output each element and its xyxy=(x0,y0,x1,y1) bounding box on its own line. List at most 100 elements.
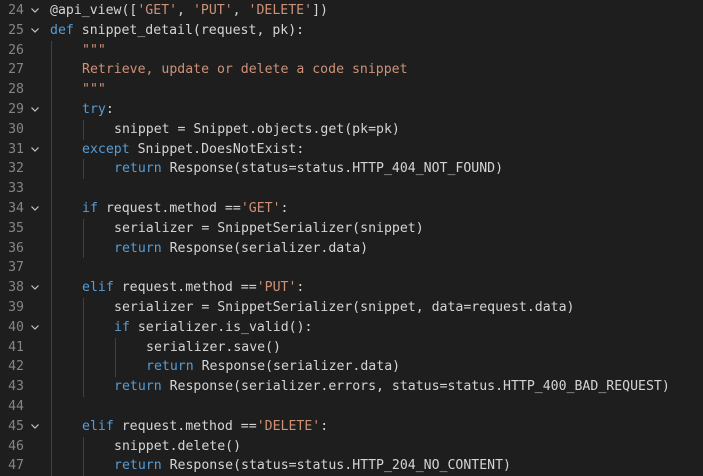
code-line[interactable]: 39 serializer = SnippetSerializer(snippet… xyxy=(0,298,703,318)
line-number: 33 xyxy=(8,181,24,197)
code-token: if xyxy=(114,319,130,335)
code-line[interactable]: 47 return Response(status=status.HTTP_204… xyxy=(0,456,703,476)
line-number: 44 xyxy=(8,399,24,414)
code-text: """ xyxy=(82,80,106,100)
code-token: Response(serializer.data) xyxy=(193,359,401,375)
code-text: if request.method =='GET': xyxy=(82,199,288,219)
chevron-down-icon[interactable] xyxy=(30,21,42,41)
code-text: return Response(status=status.HTTP_404_N… xyxy=(114,159,503,179)
code-text: @api_view(['GET', 'PUT', 'DELETE']) xyxy=(50,1,328,21)
code-token: request.method == xyxy=(113,418,257,434)
code-token: snippet = Snippet.objects.get(pk=pk) xyxy=(114,121,400,137)
code-token: 'PUT' xyxy=(192,3,233,18)
code-token: 'DELETE' xyxy=(248,3,313,18)
code-line[interactable]: 40 if serializer.is_valid(): xyxy=(0,318,703,338)
code-token: snippet_detail(request, pk): xyxy=(73,22,305,38)
code-token: 'GET' xyxy=(137,3,178,18)
code-token: return xyxy=(114,379,162,395)
code-token: snippet.delete() xyxy=(114,438,242,454)
code-line[interactable]: 41 serializer.save() xyxy=(0,338,703,358)
code-text: snippet.delete() xyxy=(114,437,241,457)
code-text: elif request.method =='DELETE': xyxy=(82,417,328,437)
line-number: 41 xyxy=(8,339,24,355)
line-number: 46 xyxy=(8,438,24,454)
code-line[interactable]: 36 return Response(serializer.data) xyxy=(0,239,703,259)
code-token: : xyxy=(320,418,329,434)
code-token: serializer.is_valid(): xyxy=(129,319,313,335)
code-line[interactable]: 26 """ xyxy=(0,41,703,61)
line-number: 27 xyxy=(8,62,24,78)
code-token: ]) xyxy=(312,3,328,18)
chevron-down-icon[interactable] xyxy=(30,1,42,21)
code-text: return Response(serializer.data) xyxy=(114,239,368,259)
code-token: Response(status=status.HTTP_204_NO_CONTE… xyxy=(161,458,511,474)
code-token: : xyxy=(280,201,289,216)
line-number: 29 xyxy=(8,102,24,117)
code-token: try xyxy=(82,102,106,117)
code-line[interactable]: 42 return Response(serializer.data) xyxy=(0,357,703,377)
code-text: Retrieve, update or delete a code snippe… xyxy=(82,60,408,80)
code-line[interactable]: 32 return Response(status=status.HTTP_404… xyxy=(0,159,703,179)
chevron-down-icon[interactable] xyxy=(30,417,42,437)
code-line[interactable]: 27 Retrieve, update or delete a code snip… xyxy=(0,60,703,80)
code-token: request.method == xyxy=(113,280,257,296)
code-line[interactable]: 30 snippet = Snippet.objects.get(pk=pk) xyxy=(0,120,703,140)
code-line[interactable]: 46 snippet.delete() xyxy=(0,437,703,457)
code-line[interactable]: 43 return Response(serializer.errors, sta… xyxy=(0,377,703,397)
code-line[interactable]: 45 elif request.method =='DELETE': xyxy=(0,417,703,437)
chevron-down-icon[interactable] xyxy=(30,318,42,338)
code-token: return xyxy=(114,458,162,474)
code-token: @api_view([ xyxy=(50,3,138,18)
code-line[interactable]: 29 try: xyxy=(0,100,703,120)
code-editor[interactable]: 24 @api_view(['GET', 'PUT', 'DELETE']) 25 d… xyxy=(0,0,703,476)
code-text: elif request.method =='PUT': xyxy=(82,278,304,298)
chevron-down-icon[interactable] xyxy=(30,140,42,160)
chevron-down-icon[interactable] xyxy=(30,199,42,219)
code-line[interactable]: 35 serializer = SnippetSerializer(snippet… xyxy=(0,219,703,239)
line-number: 36 xyxy=(8,240,24,256)
code-token: serializer.save() xyxy=(146,339,281,355)
code-token: elif xyxy=(82,280,114,296)
code-line[interactable]: 37 xyxy=(0,258,703,278)
line-number: 25 xyxy=(8,22,24,38)
line-number: 38 xyxy=(8,280,24,296)
code-text: try: xyxy=(82,100,114,120)
code-text: def snippet_detail(request, pk): xyxy=(50,21,304,41)
line-number: 43 xyxy=(8,379,24,395)
line-number: 40 xyxy=(8,319,24,335)
line-number: 42 xyxy=(8,359,24,375)
code-token: Response(serializer.data) xyxy=(161,240,369,256)
line-number: 45 xyxy=(8,418,24,434)
line-number: 32 xyxy=(8,161,24,177)
chevron-down-icon[interactable] xyxy=(30,100,42,120)
code-token: serializer = SnippetSerializer(snippet, … xyxy=(114,300,575,315)
code-token: Response(status=status.HTTP_404_NOT_FOUN… xyxy=(161,161,504,177)
line-number: 30 xyxy=(8,121,24,137)
code-token: def xyxy=(50,22,74,38)
code-token: except xyxy=(82,141,130,157)
line-number: 35 xyxy=(8,220,24,236)
code-line[interactable]: 44 xyxy=(0,397,703,417)
code-line[interactable]: 31 except Snippet.DoesNotExist: xyxy=(0,140,703,160)
code-line[interactable]: 34 if request.method =='GET': xyxy=(0,199,703,219)
code-line[interactable]: 33 xyxy=(0,179,703,199)
line-number: 24 xyxy=(8,3,24,18)
code-line[interactable]: 24 @api_view(['GET', 'PUT', 'DELETE']) xyxy=(0,1,703,21)
code-token: 'DELETE' xyxy=(256,418,321,434)
code-line[interactable]: 25 def snippet_detail(request, pk): xyxy=(0,21,703,41)
code-text: snippet = Snippet.objects.get(pk=pk) xyxy=(114,120,400,140)
code-token: return xyxy=(146,359,194,375)
code-line[interactable]: 38 elif request.method =='PUT': xyxy=(0,278,703,298)
code-token: : xyxy=(105,102,114,117)
code-token: elif xyxy=(82,418,114,434)
code-text: except Snippet.DoesNotExist: xyxy=(82,140,304,160)
line-number: 31 xyxy=(8,141,24,157)
code-token: """ xyxy=(82,82,106,98)
code-token: serializer = SnippetSerializer(snippet) xyxy=(114,220,424,236)
line-number: 26 xyxy=(8,42,24,58)
code-line[interactable]: 28 """ xyxy=(0,80,703,100)
line-number: 37 xyxy=(8,260,24,276)
chevron-down-icon[interactable] xyxy=(30,278,42,298)
code-token: """ xyxy=(82,42,106,58)
code-token: return xyxy=(114,240,162,256)
